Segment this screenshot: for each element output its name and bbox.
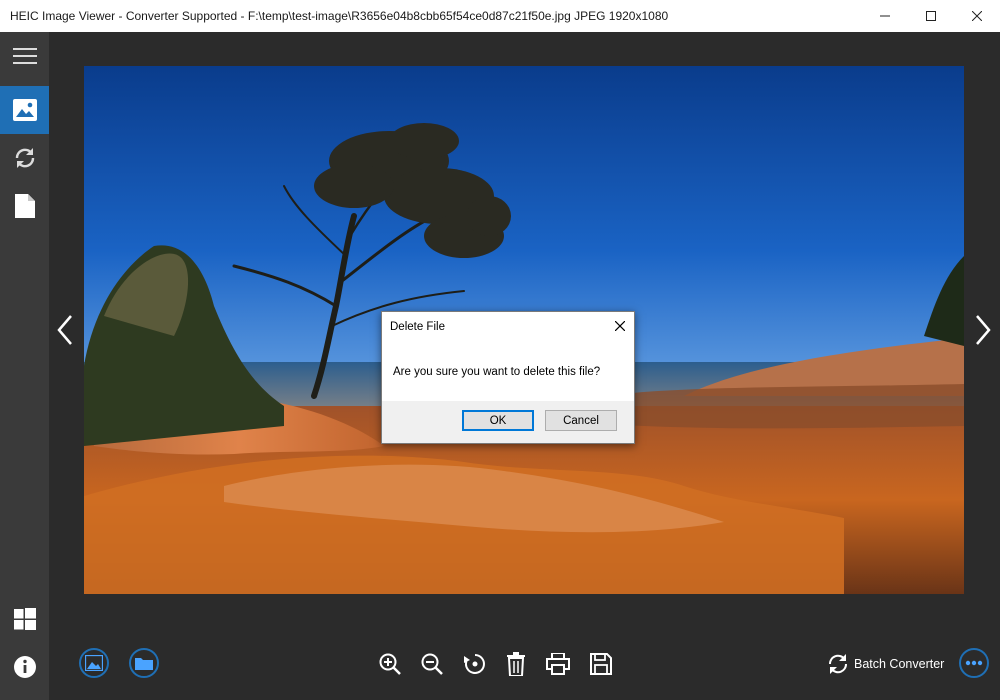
minimize-icon (880, 15, 890, 17)
sidebar-item-converter[interactable] (0, 134, 49, 182)
delete-button[interactable] (502, 650, 530, 678)
chevron-right-icon (976, 315, 991, 345)
cancel-button[interactable]: Cancel (545, 410, 617, 431)
next-image-button[interactable] (968, 310, 998, 350)
refresh-icon (15, 148, 34, 168)
close-icon (972, 11, 982, 21)
folder-icon (135, 658, 153, 670)
dialog-title: Delete File (390, 321, 445, 333)
dialog-footer: OK Cancel (382, 401, 634, 443)
hamburger-menu-button[interactable] (0, 32, 49, 80)
close-window-button[interactable] (954, 0, 1000, 32)
minimize-button[interactable] (862, 0, 908, 32)
zoom-out-icon (421, 653, 443, 675)
previous-image-button[interactable] (50, 310, 80, 350)
info-icon (13, 656, 36, 678)
delete-file-dialog: Delete File Are you sure you want to del… (381, 311, 635, 444)
sidebar (0, 32, 49, 700)
batch-converter-button[interactable]: Batch Converter (826, 652, 944, 676)
info-button[interactable] (0, 643, 49, 691)
title-bar: HEIC Image Viewer - Converter Supported … (0, 0, 1000, 32)
dialog-close-button[interactable] (612, 318, 628, 334)
dialog-message: Are you sure you want to delete this fil… (393, 366, 601, 378)
image-icon (12, 99, 37, 121)
save-icon (590, 653, 612, 675)
rotate-icon (464, 654, 485, 674)
open-folder-button[interactable] (129, 648, 159, 678)
wallpaper-button[interactable] (79, 648, 109, 678)
chevron-left-icon (57, 315, 72, 345)
zoom-out-button[interactable] (418, 650, 446, 678)
maximize-icon (926, 11, 936, 21)
picture-icon (85, 655, 103, 671)
hamburger-menu-icon (12, 48, 37, 64)
more-dots-icon (965, 660, 983, 666)
print-icon (546, 653, 570, 675)
document-icon (14, 194, 35, 218)
windows-store-button[interactable] (0, 595, 49, 643)
ok-button[interactable]: OK (462, 410, 534, 431)
zoom-in-icon (379, 653, 401, 675)
windows-logo-icon (13, 608, 36, 630)
save-button[interactable] (587, 650, 615, 678)
maximize-button[interactable] (908, 0, 954, 32)
print-button[interactable] (544, 650, 572, 678)
trash-icon (507, 652, 525, 676)
refresh-icon (828, 654, 848, 674)
rotate-button[interactable] (461, 650, 489, 678)
window-title: HEIC Image Viewer - Converter Supported … (10, 9, 669, 23)
batch-converter-label: Batch Converter (854, 657, 945, 671)
sidebar-item-viewer[interactable] (0, 86, 49, 134)
close-icon (615, 321, 625, 331)
zoom-in-button[interactable] (376, 650, 404, 678)
sidebar-item-document[interactable] (0, 182, 49, 230)
more-options-button[interactable] (959, 648, 989, 678)
